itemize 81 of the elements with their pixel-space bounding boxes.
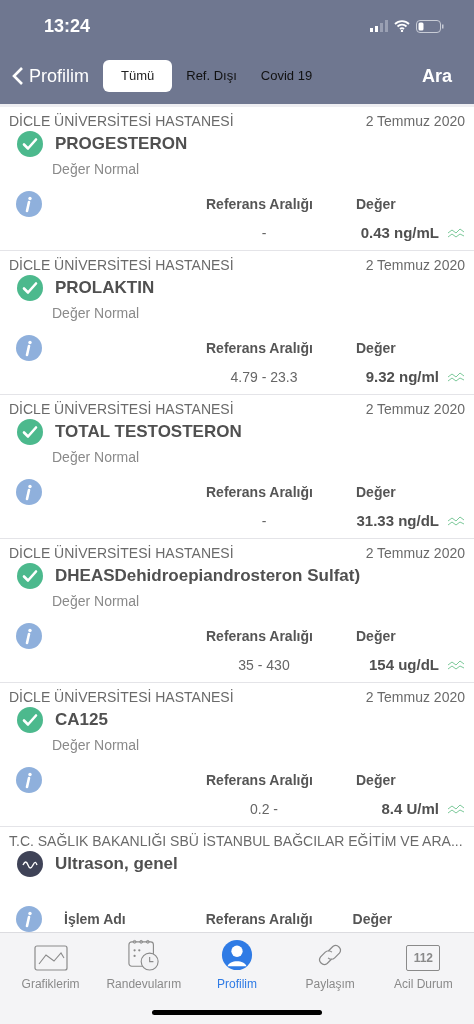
- person-icon: [219, 939, 254, 971]
- check-icon: [16, 706, 44, 734]
- test-name: PROGESTERON: [55, 133, 188, 156]
- wave-icon: [16, 850, 44, 878]
- status-time: 13:24: [44, 14, 91, 38]
- status-text: Değer Normal: [51, 448, 140, 467]
- back-button[interactable]: Profilim: [12, 62, 89, 90]
- procedure-header: İşlem Adı: [64, 909, 126, 929]
- test-name: Ultrason, genel: [55, 853, 178, 876]
- check-icon: [16, 418, 44, 446]
- check-icon: [16, 562, 44, 590]
- reference-header: Referans Aralığı: [205, 909, 313, 929]
- signal-icon: [370, 20, 388, 32]
- trend-icon[interactable]: [447, 803, 465, 816]
- hospital-name: T.C. SAĞLIK BAKANLIĞI SBÜ İSTANBUL BAĞCILAR EĞİTİM VE ARA...: [9, 832, 463, 850]
- info-icon[interactable]: [16, 335, 42, 361]
- info-icon[interactable]: [16, 479, 42, 505]
- reference-range: -: [260, 223, 268, 243]
- tab-bar-item[interactable]: Profilim: [191, 939, 282, 993]
- trend-icon[interactable]: [447, 371, 465, 384]
- hospital-name: DİCLE ÜNİVERSİTESİ HASTANESİ: [9, 400, 234, 418]
- test-name: DHEASDehidroepiandrosteron Sulfat): [55, 565, 361, 588]
- result-date: 2 Temmuz 2020: [365, 112, 465, 130]
- back-icon: [12, 66, 24, 86]
- tab-bar-item[interactable]: Randevularım: [98, 939, 189, 993]
- info-icon[interactable]: [16, 767, 42, 793]
- value-header: Değer: [356, 770, 396, 790]
- trend-icon[interactable]: [447, 659, 465, 672]
- test-name: PROLAKTIN: [55, 277, 155, 300]
- status-text: Değer Normal: [51, 592, 140, 611]
- check-icon: [16, 130, 44, 158]
- test-name: CA125: [55, 709, 108, 732]
- value-header: Değer: [352, 909, 393, 929]
- calendar-clock-icon: [126, 939, 161, 971]
- info-icon[interactable]: [16, 906, 42, 932]
- test-name: TOTAL TESTOSTERON: [55, 421, 242, 444]
- value-header: Değer: [356, 482, 396, 502]
- hospital-name: DİCLE ÜNİVERSİTESİ HASTANESİ: [9, 544, 234, 562]
- result-value: 9.32 ng/ml: [364, 367, 439, 387]
- reference-range: -: [260, 511, 268, 531]
- tab-bar-item[interactable]: Grafiklerim: [5, 939, 96, 993]
- result-date: 2 Temmuz 2020: [365, 400, 465, 418]
- info-icon[interactable]: [16, 191, 42, 217]
- battery-icon: [416, 19, 444, 33]
- result-value: 8.4 U/ml: [380, 799, 439, 819]
- result-value: 31.33 ng/dL: [355, 511, 439, 531]
- result-value: 0.43 ng/mL: [359, 223, 439, 243]
- search-button[interactable]: Ara: [422, 62, 452, 90]
- reference-range: 35 - 430: [237, 655, 291, 675]
- reference-header: Referans Aralığı: [206, 338, 314, 358]
- reference-header: Referans Aralığı: [206, 626, 314, 646]
- reference-range: 4.79 - 23.3: [229, 367, 299, 387]
- wifi-icon: [394, 20, 410, 32]
- status-text: Değer Normal: [51, 736, 140, 755]
- hospital-name: DİCLE ÜNİVERSİTESİ HASTANESİ: [9, 256, 234, 274]
- result-date: 2 Temmuz 2020: [365, 544, 465, 562]
- result-date: 2 Temmuz 2020: [365, 688, 465, 706]
- reference-range: 0.2 -: [249, 799, 279, 819]
- status-text: Değer Normal: [51, 160, 140, 179]
- result-value: 154 ug/dL: [368, 655, 439, 675]
- hospital-name: DİCLE ÜNİVERSİTESİ HASTANESİ: [9, 112, 234, 130]
- check-icon: [16, 274, 44, 302]
- value-header: Değer: [356, 338, 396, 358]
- reference-header: Referans Aralığı: [206, 194, 314, 214]
- result-date: 2 Temmuz 2020: [365, 256, 465, 274]
- reference-header: Referans Aralığı: [206, 770, 314, 790]
- trend-icon[interactable]: [447, 227, 465, 240]
- chart-icon: [33, 945, 68, 971]
- emergency-number-icon: 112: [406, 945, 441, 971]
- tab-bar-item[interactable]: Paylaşım: [285, 939, 376, 993]
- value-header: Değer: [356, 626, 396, 646]
- hospital-name: DİCLE ÜNİVERSİTESİ HASTANESİ: [9, 688, 234, 706]
- status-text: Değer Normal: [51, 304, 140, 323]
- filter-tab[interactable]: Covid 19: [250, 60, 323, 92]
- filter-tab[interactable]: Tümü: [103, 60, 173, 92]
- reference-header: Referans Aralığı: [206, 482, 314, 502]
- tab-bar-item[interactable]: 112 Acil Durum: [378, 939, 469, 993]
- trend-icon[interactable]: [447, 515, 465, 528]
- value-header: Değer: [356, 194, 396, 214]
- filter-tab[interactable]: Ref. Dışı: [176, 60, 247, 92]
- info-icon[interactable]: [16, 623, 42, 649]
